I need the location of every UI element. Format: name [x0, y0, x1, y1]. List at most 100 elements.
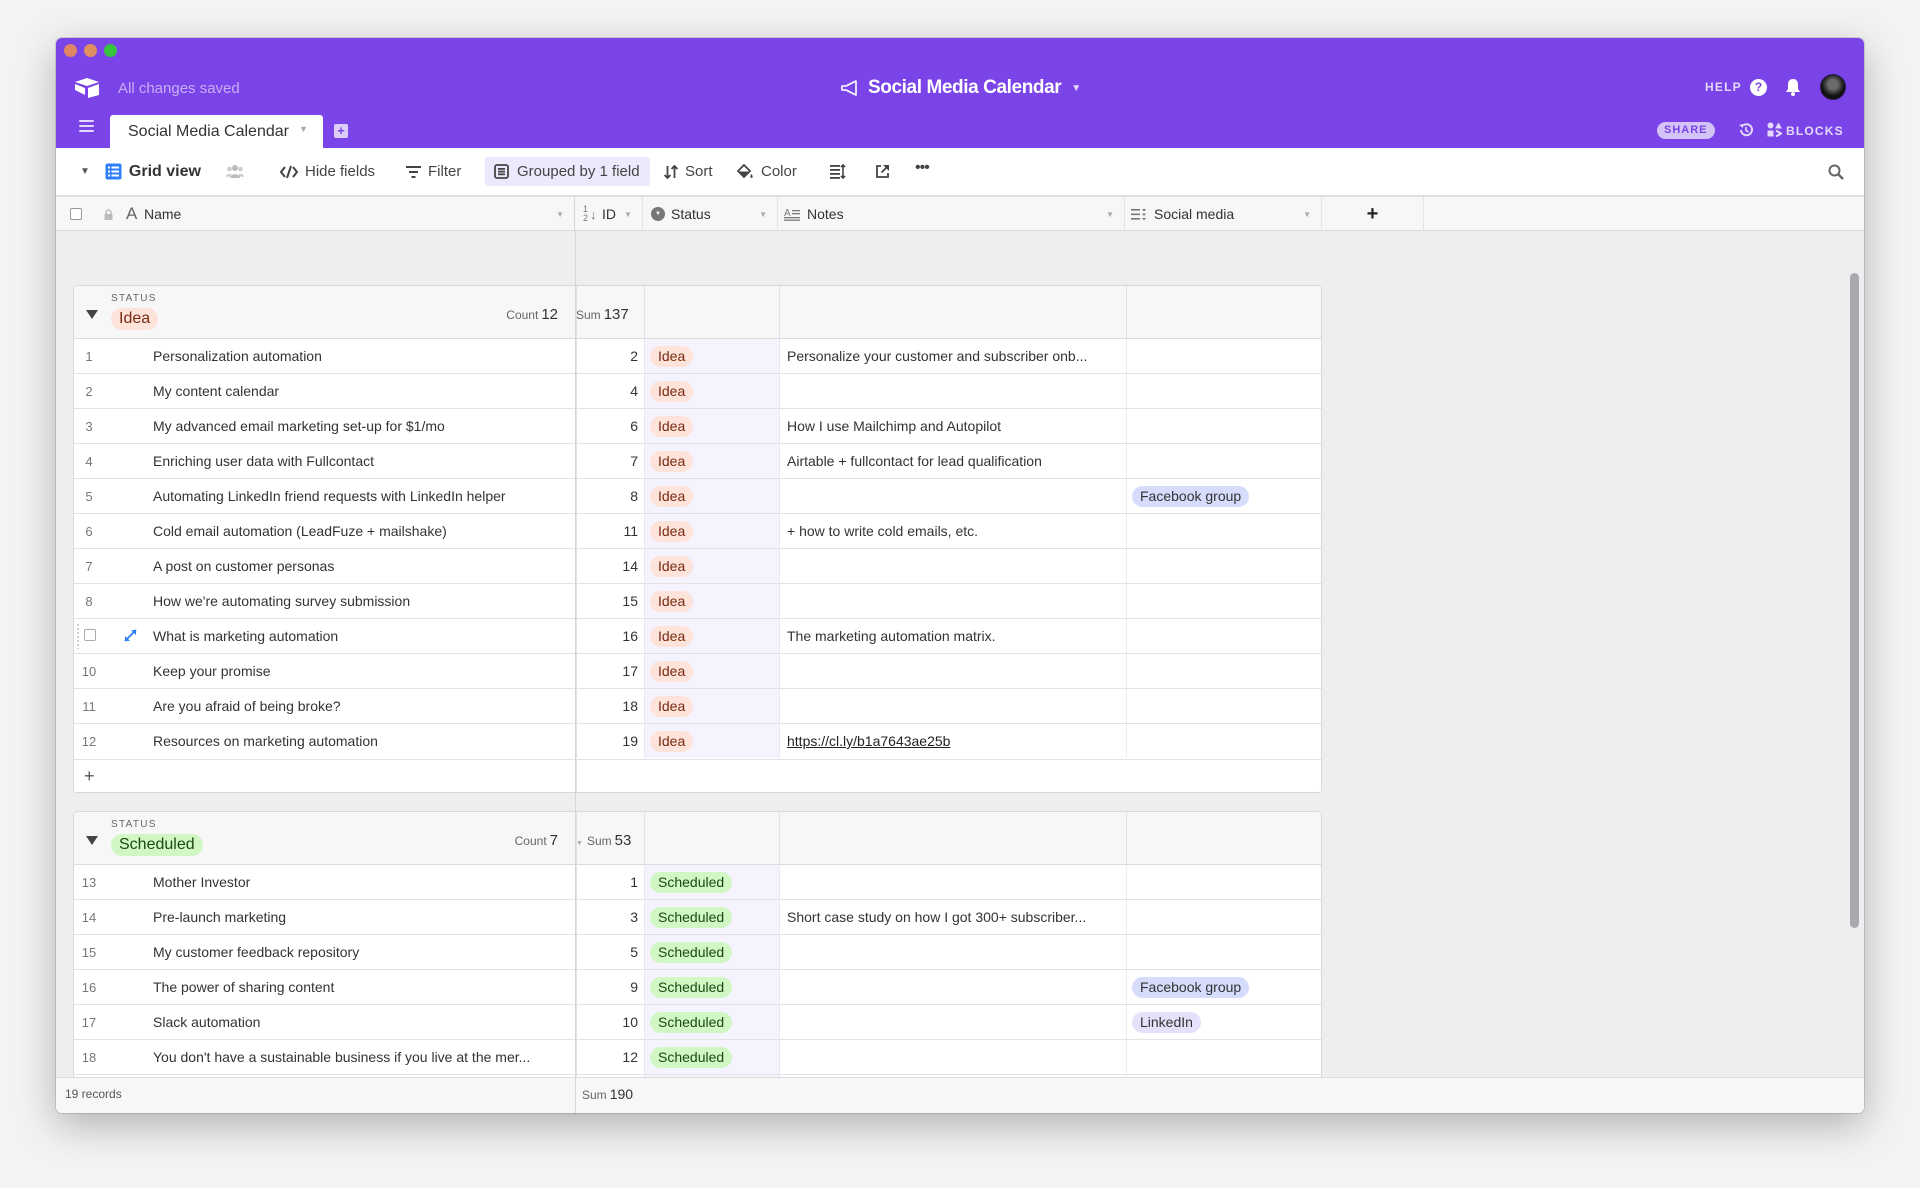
notes-cell[interactable] [779, 584, 1126, 618]
id-cell[interactable]: 1 [576, 865, 644, 899]
social-media-cell[interactable] [1126, 724, 1321, 758]
share-view-icon[interactable] [875, 164, 890, 179]
status-cell[interactable]: Idea [644, 479, 779, 513]
notes-cell[interactable] [779, 970, 1126, 1004]
status-cell[interactable]: Scheduled [644, 970, 779, 1004]
name-cell[interactable]: Are you afraid of being broke? [153, 689, 573, 723]
social-media-cell[interactable] [1126, 514, 1321, 548]
table-row[interactable]: 15 My customer feedback repository 5 Schedu… [74, 935, 1321, 970]
social-media-cell[interactable] [1126, 935, 1321, 969]
share-button[interactable]: SHARE [1657, 122, 1715, 139]
chevron-down-icon[interactable]: ▼ [1303, 210, 1311, 219]
id-cell[interactable]: 7 [576, 444, 644, 478]
user-avatar[interactable] [1820, 74, 1846, 100]
name-cell[interactable]: Keep your promise [153, 654, 573, 688]
name-cell[interactable]: Slack automation [153, 1005, 573, 1039]
table-row[interactable]: 3 My advanced email marketing set-up for … [74, 409, 1321, 444]
group-header[interactable]: STATUS Idea Count 12 Sum 137 [74, 286, 1321, 339]
social-media-cell[interactable]: Facebook group [1126, 479, 1321, 513]
social-media-cell[interactable] [1126, 584, 1321, 618]
frozen-column-divider[interactable] [575, 231, 576, 1077]
id-cell[interactable]: 3 [576, 900, 644, 934]
id-cell[interactable]: 11 [576, 514, 644, 548]
history-icon[interactable] [1738, 122, 1754, 138]
menu-icon[interactable] [79, 120, 94, 132]
notes-cell[interactable]: https://cl.ly/b1a7643ae25b [779, 724, 1126, 758]
column-header-name[interactable]: A Name ▼ [56, 197, 575, 231]
add-record-icon[interactable]: + [84, 766, 95, 787]
minimize-window-button[interactable] [84, 44, 97, 57]
table-row[interactable]: 8 How we're automating survey submission 1… [74, 584, 1321, 619]
status-cell[interactable]: Idea [644, 549, 779, 583]
status-cell[interactable]: Idea [644, 444, 779, 478]
sort-button[interactable]: Sort [664, 148, 713, 195]
status-cell[interactable]: Idea [644, 584, 779, 618]
filter-button[interactable]: Filter [406, 148, 461, 195]
social-media-cell[interactable]: LinkedIn [1126, 1005, 1321, 1039]
base-title-menu[interactable]: Social Media Calendar ▼ [840, 74, 1081, 102]
name-cell[interactable]: A post on customer personas [153, 549, 573, 583]
more-options-icon[interactable]: ••• [915, 159, 930, 177]
drag-handle[interactable] [76, 623, 80, 649]
social-media-cell[interactable] [1126, 339, 1321, 373]
chevron-down-icon[interactable]: ▼ [1106, 210, 1114, 219]
status-cell[interactable]: Scheduled [644, 900, 779, 934]
chevron-down-icon[interactable]: ▼ [556, 210, 564, 219]
table-row[interactable]: 6 Cold email automation (LeadFuze + mails… [74, 514, 1321, 549]
table-row[interactable]: 12 Resources on marketing automation 19 Ide… [74, 724, 1321, 759]
social-media-cell[interactable]: Facebook group [1126, 970, 1321, 1004]
status-cell[interactable]: Scheduled [644, 1040, 779, 1074]
add-table-icon[interactable]: + [334, 124, 348, 138]
social-media-cell[interactable] [1126, 409, 1321, 443]
maximize-window-button[interactable] [104, 44, 117, 57]
table-row[interactable]: 18 You don't have a sustainable business … [74, 1040, 1321, 1075]
select-all-checkbox[interactable] [70, 208, 82, 220]
view-switcher[interactable]: ▼ Grid view [80, 148, 201, 195]
blocks-button[interactable]: BLOCKS [1786, 124, 1844, 138]
notes-cell[interactable]: Short case study on how I got 300+ subsc… [779, 900, 1126, 934]
table-row[interactable]: 2 My content calendar 4 Idea [74, 374, 1321, 409]
help-icon[interactable]: ? [1750, 79, 1767, 96]
status-cell[interactable]: Idea [644, 374, 779, 408]
name-cell[interactable]: How we're automating survey submission [153, 584, 573, 618]
column-header-notes[interactable]: A Notes ▼ [778, 197, 1125, 231]
social-media-cell[interactable] [1126, 619, 1321, 653]
id-sum-summary[interactable]: Sum 190 [582, 1086, 633, 1102]
chevron-down-icon[interactable]: ▼ [299, 124, 308, 134]
id-cell[interactable]: 4 [576, 374, 644, 408]
name-cell[interactable]: The power of sharing content [153, 970, 573, 1004]
notes-cell[interactable]: The marketing automation matrix. [779, 619, 1126, 653]
table-row[interactable]: What is marketing automation 16 Idea The ma… [74, 619, 1321, 654]
column-header-status[interactable]: ▼ Status ▼ [643, 197, 778, 231]
social-media-cell[interactable] [1126, 654, 1321, 688]
table-row[interactable]: 5 Automating LinkedIn friend requests wit… [74, 479, 1321, 514]
notes-cell[interactable] [779, 654, 1126, 688]
id-cell[interactable]: 14 [576, 549, 644, 583]
name-cell[interactable]: What is marketing automation [153, 619, 573, 653]
add-field-button[interactable]: + [1322, 197, 1424, 231]
status-cell[interactable]: Idea [644, 654, 779, 688]
group-sum[interactable]: ▼ Sum 53 [576, 832, 631, 849]
search-icon[interactable] [1828, 164, 1844, 180]
chevron-down-icon[interactable]: ▼ [759, 210, 767, 219]
bell-icon[interactable] [1785, 78, 1801, 96]
row-height-icon[interactable] [830, 164, 846, 179]
table-row[interactable]: 10 Keep your promise 17 Idea [74, 654, 1321, 689]
table-row[interactable]: 14 Pre-launch marketing 3 Scheduled Short ca… [74, 900, 1321, 935]
notes-cell[interactable]: Personalize your customer and subscriber… [779, 339, 1126, 373]
id-cell[interactable]: 17 [576, 654, 644, 688]
chevron-down-icon[interactable]: ▼ [624, 210, 632, 219]
social-media-cell[interactable] [1126, 865, 1321, 899]
notes-cell[interactable] [779, 865, 1126, 899]
table-row[interactable]: 11 Are you afraid of being broke? 18 Idea [74, 689, 1321, 724]
name-cell[interactable]: Cold email automation (LeadFuze + mailsh… [153, 514, 573, 548]
table-row[interactable]: 13 Mother Investor 1 Scheduled [74, 865, 1321, 900]
name-cell[interactable]: My customer feedback repository [153, 935, 573, 969]
column-header-id[interactable]: 12 ↓ ID ▼ [575, 197, 643, 231]
table-row[interactable]: 16 The power of sharing content 9 Scheduled… [74, 970, 1321, 1005]
add-record-row[interactable]: + [74, 759, 1321, 792]
social-media-cell[interactable] [1126, 374, 1321, 408]
airtable-logo-icon[interactable] [74, 77, 100, 99]
id-cell[interactable]: 2 [576, 339, 644, 373]
social-media-cell[interactable] [1126, 444, 1321, 478]
